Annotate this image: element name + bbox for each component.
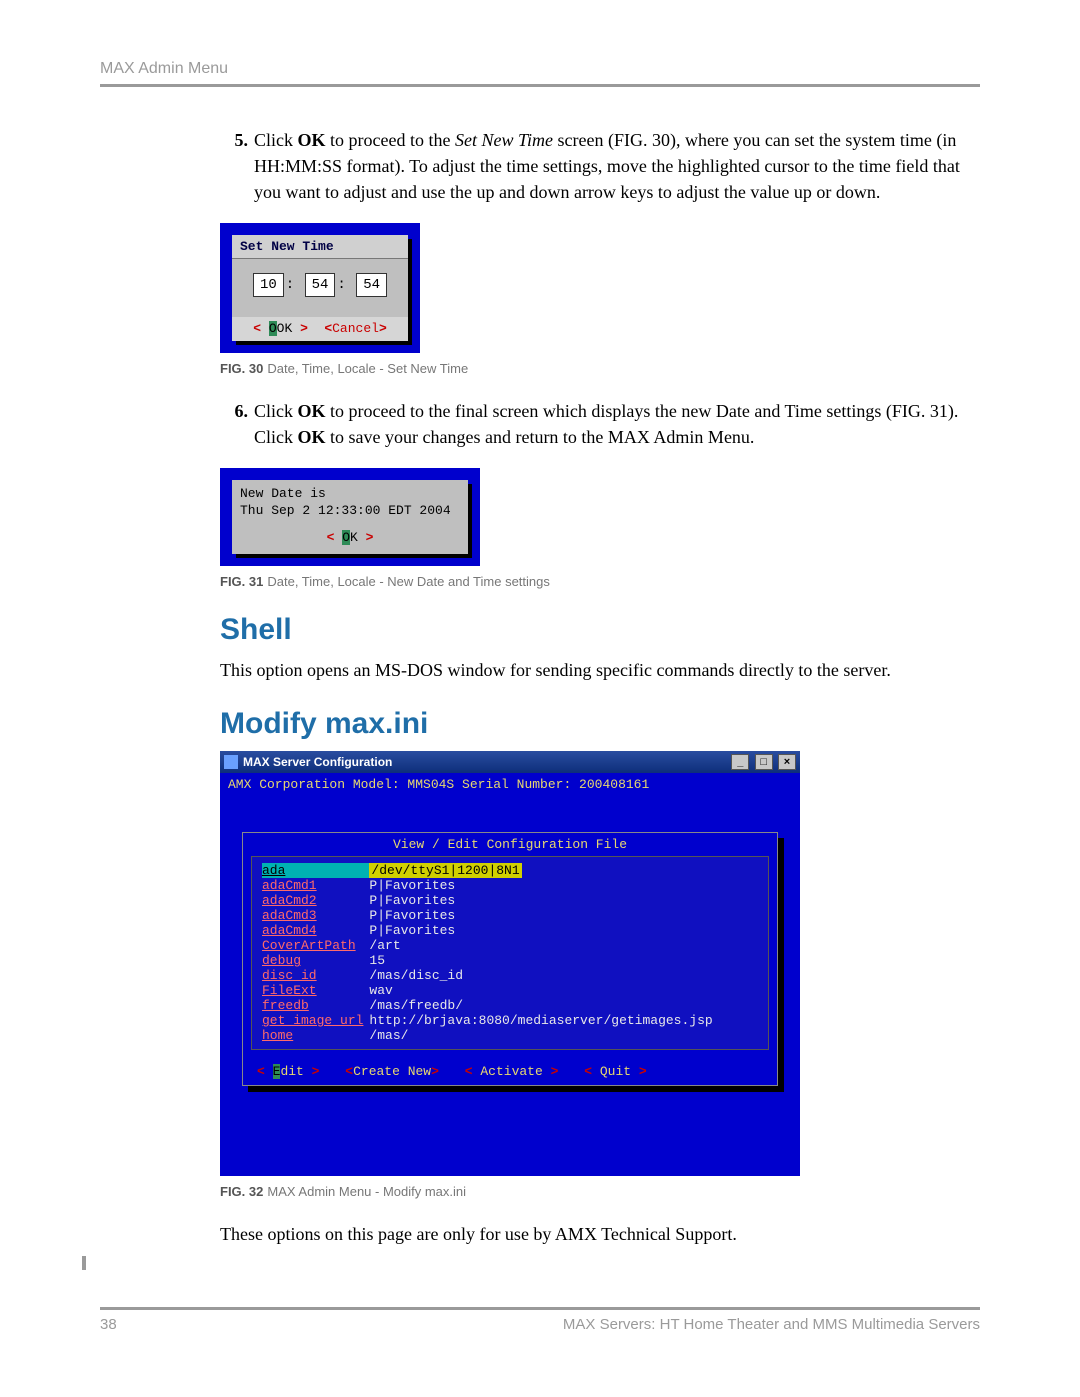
fig31-caption: FIG. 31Date, Time, Locale - New Date and… (220, 574, 980, 589)
step-6-text: Click OK to proceed to the final screen … (254, 398, 980, 450)
fig31-screenshot: New Date is Thu Sep 2 12:33:00 EDT 2004 … (220, 468, 480, 566)
app-icon (224, 755, 238, 769)
heading-shell: Shell (220, 613, 980, 647)
window-titlebar: MAX Server Configuration _ □ × (220, 751, 800, 773)
margin-tab (82, 1256, 86, 1270)
ok-button[interactable]: < OK > (327, 530, 374, 545)
time-hh-field[interactable]: 10 (253, 273, 284, 297)
page-header: MAX Admin Menu (100, 60, 980, 78)
activate-button[interactable]: < Activate > (465, 1064, 559, 1079)
fig32-screenshot: MAX Server Configuration _ □ × AMX Corpo… (220, 751, 800, 1176)
header-rule (100, 84, 980, 87)
config-row[interactable]: ada/dev/ttyS1|1200|8N1 (262, 863, 719, 878)
fig30-screenshot: Set New Time 10: 54: 54 < OOK > <Cancel> (220, 223, 420, 353)
footer-rule (100, 1307, 980, 1310)
time-ss-field[interactable]: 54 (356, 273, 387, 297)
cancel-button[interactable]: <Cancel> (324, 321, 386, 336)
config-row[interactable]: get_image_urlhttp://brjava:8080/mediaser… (262, 1013, 719, 1028)
panel-title: View / Edit Configuration File (243, 833, 777, 856)
quit-button[interactable]: < Quit > (584, 1064, 646, 1079)
step-6: 6. Click OK to proceed to the final scre… (220, 398, 980, 450)
config-row[interactable]: adaCmd1P|Favorites (262, 878, 719, 893)
page-number: 38 (100, 1316, 117, 1333)
status-line: AMX Corporation Model: MMS04S Serial Num… (220, 773, 800, 796)
step-6-number: 6. (220, 398, 248, 450)
config-row[interactable]: freedb/mas/freedb/ (262, 998, 719, 1013)
fig31-line2: Thu Sep 2 12:33:00 EDT 2004 (240, 503, 460, 520)
fig30-caption: FIG. 30Date, Time, Locale - Set New Time (220, 361, 980, 376)
closing-paragraph: These options on this page are only for … (220, 1221, 980, 1247)
config-row[interactable]: adaCmd3P|Favorites (262, 908, 719, 923)
maximize-button[interactable]: □ (755, 754, 773, 770)
config-row[interactable]: home/mas/ (262, 1028, 719, 1043)
config-table: ada/dev/ttyS1|1200|8N1adaCmd1P|Favorites… (262, 863, 719, 1043)
step-5-number: 5. (220, 127, 248, 205)
step-5: 5. Click OK to proceed to the Set New Ti… (220, 127, 980, 205)
fig31-line1: New Date is (240, 486, 460, 503)
config-row[interactable]: adaCmd4P|Favorites (262, 923, 719, 938)
step-5-text: Click OK to proceed to the Set New Time … (254, 127, 980, 205)
time-mm-field[interactable]: 54 (305, 273, 336, 297)
config-row[interactable]: CoverArtPath/art (262, 938, 719, 953)
edit-button[interactable]: < Edit > (257, 1064, 319, 1079)
create-new-button[interactable]: <Create New> (345, 1064, 439, 1079)
footer-text: MAX Servers: HT Home Theater and MMS Mul… (563, 1316, 980, 1333)
config-row[interactable]: debug15 (262, 953, 719, 968)
shell-paragraph: This option opens an MS-DOS window for s… (220, 657, 980, 683)
close-button[interactable]: × (778, 754, 796, 770)
fig32-caption: FIG. 32MAX Admin Menu - Modify max.ini (220, 1184, 980, 1199)
window-title: MAX Server Configuration (243, 755, 392, 769)
heading-modify-maxini: Modify max.ini (220, 707, 980, 741)
fig30-title: Set New Time (232, 235, 408, 259)
config-row[interactable]: disc_id/mas/disc_id (262, 968, 719, 983)
minimize-button[interactable]: _ (731, 754, 749, 770)
config-row[interactable]: FileExtwav (262, 983, 719, 998)
ok-button[interactable]: < OOK > (253, 321, 308, 336)
config-row[interactable]: adaCmd2P|Favorites (262, 893, 719, 908)
